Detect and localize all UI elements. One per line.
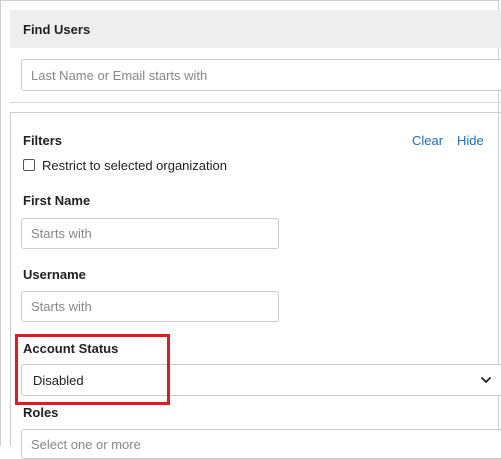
restrict-organization-label: Restrict to selected organization	[42, 157, 227, 173]
roles-input[interactable]	[21, 429, 501, 459]
account-status-value: Disabled	[33, 373, 84, 388]
clear-filters-link[interactable]: Clear	[412, 133, 443, 148]
account-status-label: Account Status	[23, 341, 119, 356]
first-name-label: First Name	[23, 193, 91, 208]
find-users-title: Find Users	[23, 22, 91, 37]
restrict-organization-checkbox[interactable]	[23, 159, 35, 171]
find-users-header: Find Users	[10, 10, 501, 48]
username-input[interactable]	[21, 291, 279, 322]
roles-label: Roles	[23, 405, 59, 420]
filters-title: Filters	[23, 133, 63, 148]
hide-filters-link[interactable]: Hide	[457, 133, 484, 148]
username-label: Username	[23, 267, 86, 282]
first-name-input[interactable]	[21, 218, 279, 249]
restrict-organization-row[interactable]: Restrict to selected organization	[23, 157, 227, 173]
account-status-select[interactable]: Disabled	[21, 364, 501, 396]
user-search-input[interactable]	[21, 59, 501, 91]
chevron-down-icon	[481, 377, 491, 383]
